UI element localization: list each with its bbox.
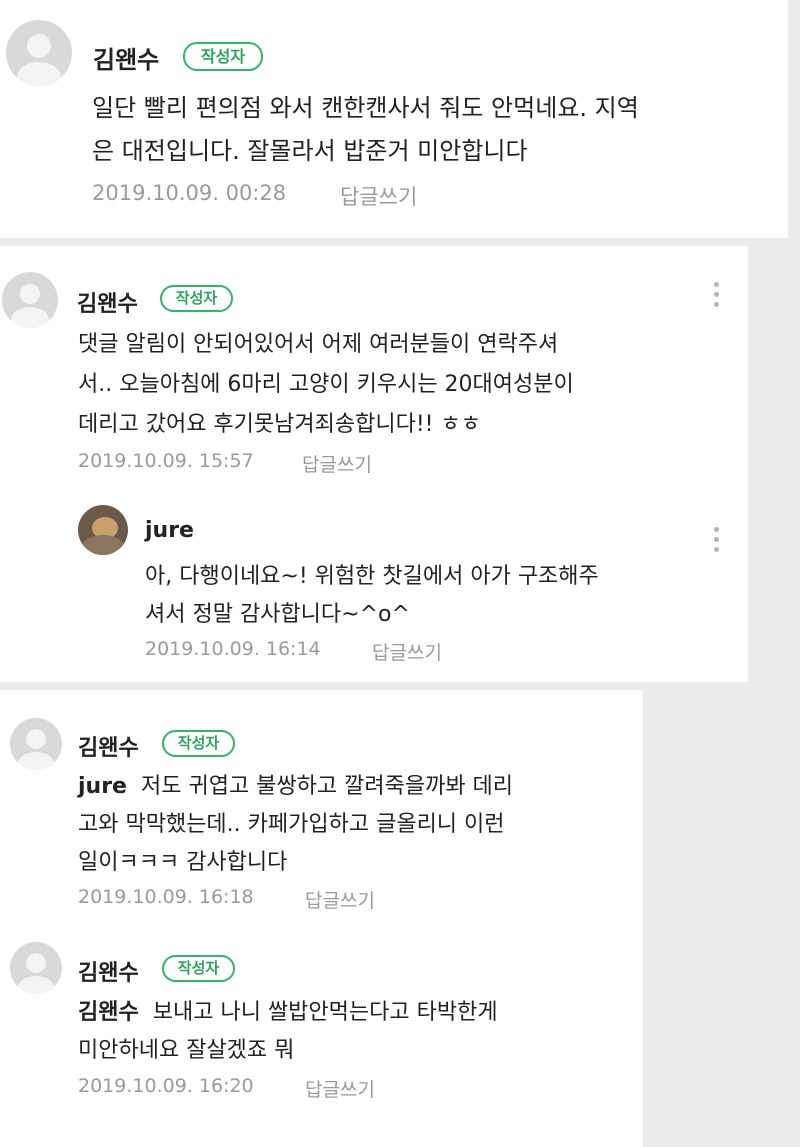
comment-text-line: 미안하네요 잘살겠죠 뭐 — [78, 1038, 295, 1063]
reply-link[interactable]: 답글쓰기 — [305, 1075, 375, 1102]
comment-author[interactable]: 김왠수 — [78, 955, 139, 987]
more-options-icon[interactable] — [711, 527, 721, 557]
author-badge: 작성자 — [160, 285, 233, 312]
comment-date: 2019.10.09. 16:14 — [145, 638, 321, 660]
avatar[interactable] — [10, 718, 62, 770]
avatar[interactable] — [10, 942, 62, 994]
comment-text-line: jure 저도 귀엽고 불쌍하고 깔려죽을까봐 데리 — [78, 768, 513, 800]
reply-link[interactable]: 답글쓰기 — [340, 181, 417, 211]
comment-text-line: 김왠수 보내고 나니 쌀밥안먹는다고 타박한게 — [78, 994, 498, 1026]
comment-author[interactable]: 김왠수 — [78, 730, 139, 762]
reply-link[interactable]: 답글쓰기 — [302, 450, 372, 477]
author-badge: 작성자 — [162, 730, 235, 757]
comment-text-line: 고와 막막했는데.. 카페가입하고 글올리니 이런 — [78, 812, 505, 837]
comment-text-line: 일단 빨리 편의점 와서 캔한캔사서 줘도 안먹네요. 지역 — [92, 94, 639, 122]
mention-tag[interactable]: jure — [78, 774, 127, 799]
comment-text: 보내고 나니 쌀밥안먹는다고 타박한게 — [152, 1000, 498, 1025]
comment-date: 2019.10.09. 16:18 — [78, 886, 254, 908]
author-badge: 작성자 — [162, 955, 235, 982]
more-options-icon[interactable] — [711, 282, 721, 312]
comment-date: 2019.10.09. 15:57 — [78, 450, 254, 472]
comment-text: 저도 귀엽고 불쌍하고 깔려죽을까봐 데리 — [140, 774, 514, 799]
avatar[interactable] — [6, 20, 72, 86]
comment-text-line: 은 대전입니다. 잘몰라서 밥준거 미안합니다 — [92, 137, 528, 165]
comment-text-line: 셔서 정말 감사합니다~^o^ — [145, 602, 410, 627]
mention-tag[interactable]: 김왠수 — [78, 1000, 139, 1025]
comment-text-line: 데리고 갔어요 후기못남겨죄송합니다!! ㅎㅎ — [78, 412, 481, 437]
comment-author[interactable]: 김왠수 — [93, 40, 159, 75]
avatar[interactable] — [2, 272, 58, 328]
comment-text-line: 댓글 알림이 안되어있어서 어제 여러분들이 연락주셔 — [78, 332, 559, 357]
avatar[interactable] — [78, 505, 128, 555]
author-badge: 작성자 — [183, 42, 263, 71]
comment-author[interactable]: jure — [145, 518, 194, 543]
comment-text-line: 서.. 오늘아침에 6마리 고양이 키우시는 20대여성분이 — [78, 372, 574, 397]
reply-link[interactable]: 답글쓰기 — [372, 638, 442, 665]
comment-author[interactable]: 김왠수 — [77, 286, 138, 318]
reply-link[interactable]: 답글쓰기 — [305, 886, 375, 913]
comment-text-line: 일이ㅋㅋㅋ 감사합니다 — [78, 850, 288, 875]
comment-date: 2019.10.09. 16:20 — [78, 1075, 254, 1097]
comment-date: 2019.10.09. 00:28 — [92, 181, 287, 205]
comment-text-line: 아, 다행이네요~! 위험한 찻길에서 아가 구조해주 — [145, 564, 599, 589]
